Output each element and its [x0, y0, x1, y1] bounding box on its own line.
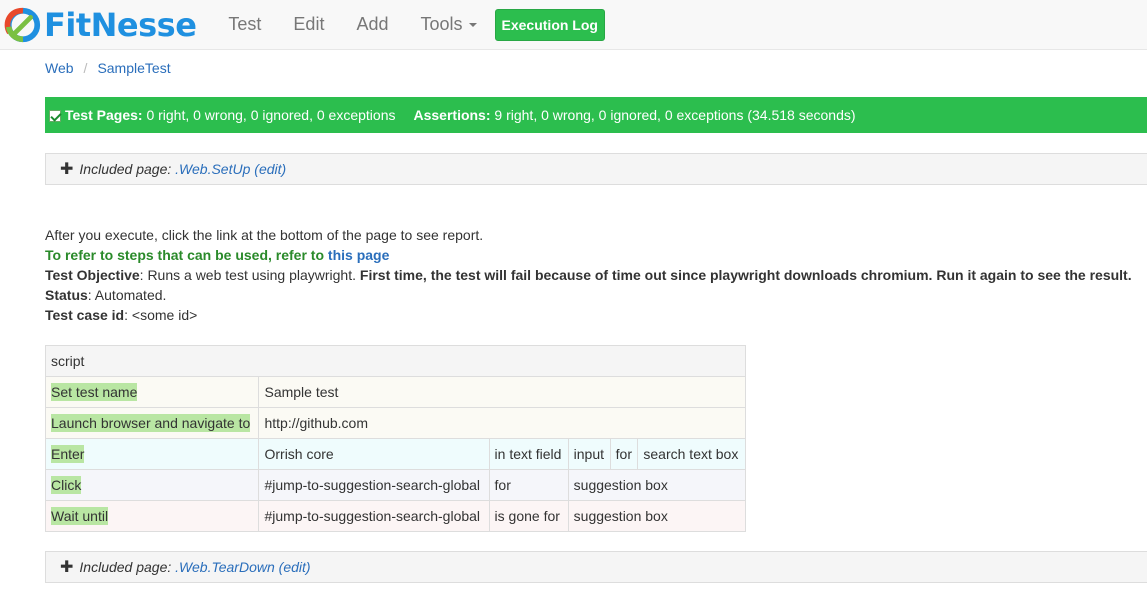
table-cell: Orrish core — [258, 438, 490, 470]
table-cell: search text box — [637, 438, 746, 470]
table-keyword: Set test name — [51, 383, 138, 401]
steps-reference-line: To refer to steps that can be used, refe… — [45, 245, 1132, 265]
table-cell: is gone for — [488, 500, 569, 532]
setup-link[interactable]: .Web.SetUp — [175, 161, 250, 177]
included-teardown-panel[interactable]: ✚ Included page: .Web.TearDown (edit) — [45, 551, 1147, 583]
test-objective-line: Test Objective: Runs a web test using pl… — [45, 265, 1132, 285]
test-objective-note: First time, the test will fail because o… — [359, 267, 1132, 283]
nav-tools-label: Tools — [420, 14, 463, 34]
nav-tools[interactable]: Tools — [404, 14, 492, 35]
status-label: Status — [45, 287, 88, 303]
included-setup-panel[interactable]: ✚ Included page: .Web.SetUp (edit) — [45, 153, 1147, 185]
test-case-id-line: Test case id: <some id> — [45, 305, 1132, 325]
nav-edit[interactable]: Edit — [277, 14, 340, 35]
included-setup-prefix: Included page: — [79, 161, 172, 177]
check-icon — [49, 110, 61, 122]
brand-name: FitNesse — [44, 5, 197, 44]
assertions-value: 9 right, 0 wrong, 0 ignored, 0 exception… — [494, 107, 856, 123]
status-line: Status: Automated. — [45, 285, 1132, 305]
table-row: Enter Orrish core in text field input fo… — [44, 438, 746, 470]
breadcrumb-web[interactable]: Web — [45, 60, 74, 76]
table-cell: for — [609, 438, 639, 470]
table-keyword: Launch browser and navigate to — [51, 414, 251, 432]
execution-log-button[interactable]: Execution Log — [494, 8, 605, 41]
table-keyword: Enter — [51, 445, 85, 463]
script-table: script Set test name Sample test Launch … — [44, 345, 747, 532]
instructions-line: After you execute, click the link at the… — [45, 227, 484, 243]
plus-icon[interactable]: ✚ — [60, 159, 73, 179]
plus-icon[interactable]: ✚ — [60, 557, 73, 577]
table-cell: http://github.com — [258, 407, 746, 439]
table-cell: Set test name — [44, 376, 260, 408]
table-cell: Wait until — [44, 500, 260, 532]
table-cell: for — [488, 469, 569, 501]
nav-add[interactable]: Add — [340, 14, 404, 35]
main-nav: Test Edit Add Tools Execution Log — [212, 8, 605, 41]
breadcrumb: Web / SampleTest — [45, 60, 171, 76]
test-pages-value: 0 right, 0 wrong, 0 ignored, 0 exception… — [146, 107, 396, 123]
table-cell: Sample test — [258, 376, 746, 408]
table-header-cell: script — [45, 345, 746, 377]
table-cell: input — [567, 438, 611, 470]
teardown-edit-link[interactable]: (edit) — [279, 559, 311, 575]
page-description: After you execute, click the link at the… — [45, 225, 1132, 325]
test-case-id-text: : <some id> — [124, 307, 198, 323]
table-header-row: script — [45, 345, 746, 377]
top-navbar: FitNesse Test Edit Add Tools Execution L… — [0, 0, 1147, 50]
table-cell: Enter — [44, 438, 260, 470]
breadcrumb-separator: / — [83, 60, 88, 76]
test-pages-label: Test Pages: — [65, 107, 143, 123]
table-cell: Click — [44, 469, 260, 501]
table-cell: #jump-to-suggestion-search-global — [258, 500, 490, 532]
table-cell: #jump-to-suggestion-search-global — [258, 469, 490, 501]
table-row: Wait until #jump-to-suggestion-search-gl… — [44, 500, 747, 532]
steps-reference-text: To refer to steps that can be used, refe… — [45, 247, 325, 263]
test-summary-bar: Test Pages: 0 right, 0 wrong, 0 ignored,… — [45, 97, 1147, 133]
caret-down-icon — [468, 23, 477, 28]
fitnesse-logo-icon — [4, 7, 41, 42]
table-cell: Launch browser and navigate to — [44, 407, 260, 439]
table-keyword: Click — [51, 476, 82, 494]
brand[interactable]: FitNesse — [4, 0, 197, 50]
setup-edit-link[interactable]: (edit) — [254, 161, 286, 177]
teardown-link[interactable]: .Web.TearDown — [175, 559, 275, 575]
test-objective-text: : Runs a web test using playwright. — [139, 267, 357, 283]
test-case-id-label: Test case id — [45, 307, 125, 323]
table-cell: in text field — [488, 438, 569, 470]
nav-test[interactable]: Test — [212, 14, 277, 35]
breadcrumb-sampletest[interactable]: SampleTest — [97, 60, 170, 76]
table-cell: suggestion box — [567, 469, 747, 501]
status-text: : Automated. — [87, 287, 167, 303]
table-keyword: Wait until — [51, 507, 109, 525]
table-cell: suggestion box — [567, 500, 747, 532]
table-row: Click #jump-to-suggestion-search-global … — [44, 469, 747, 501]
included-teardown-prefix: Included page: — [79, 559, 172, 575]
table-row: Set test name Sample test — [44, 376, 746, 408]
this-page-link[interactable]: this page — [328, 247, 389, 263]
table-row: Launch browser and navigate to http://gi… — [44, 407, 746, 439]
test-objective-label: Test Objective — [45, 267, 140, 283]
assertions-label: Assertions: — [413, 107, 491, 123]
